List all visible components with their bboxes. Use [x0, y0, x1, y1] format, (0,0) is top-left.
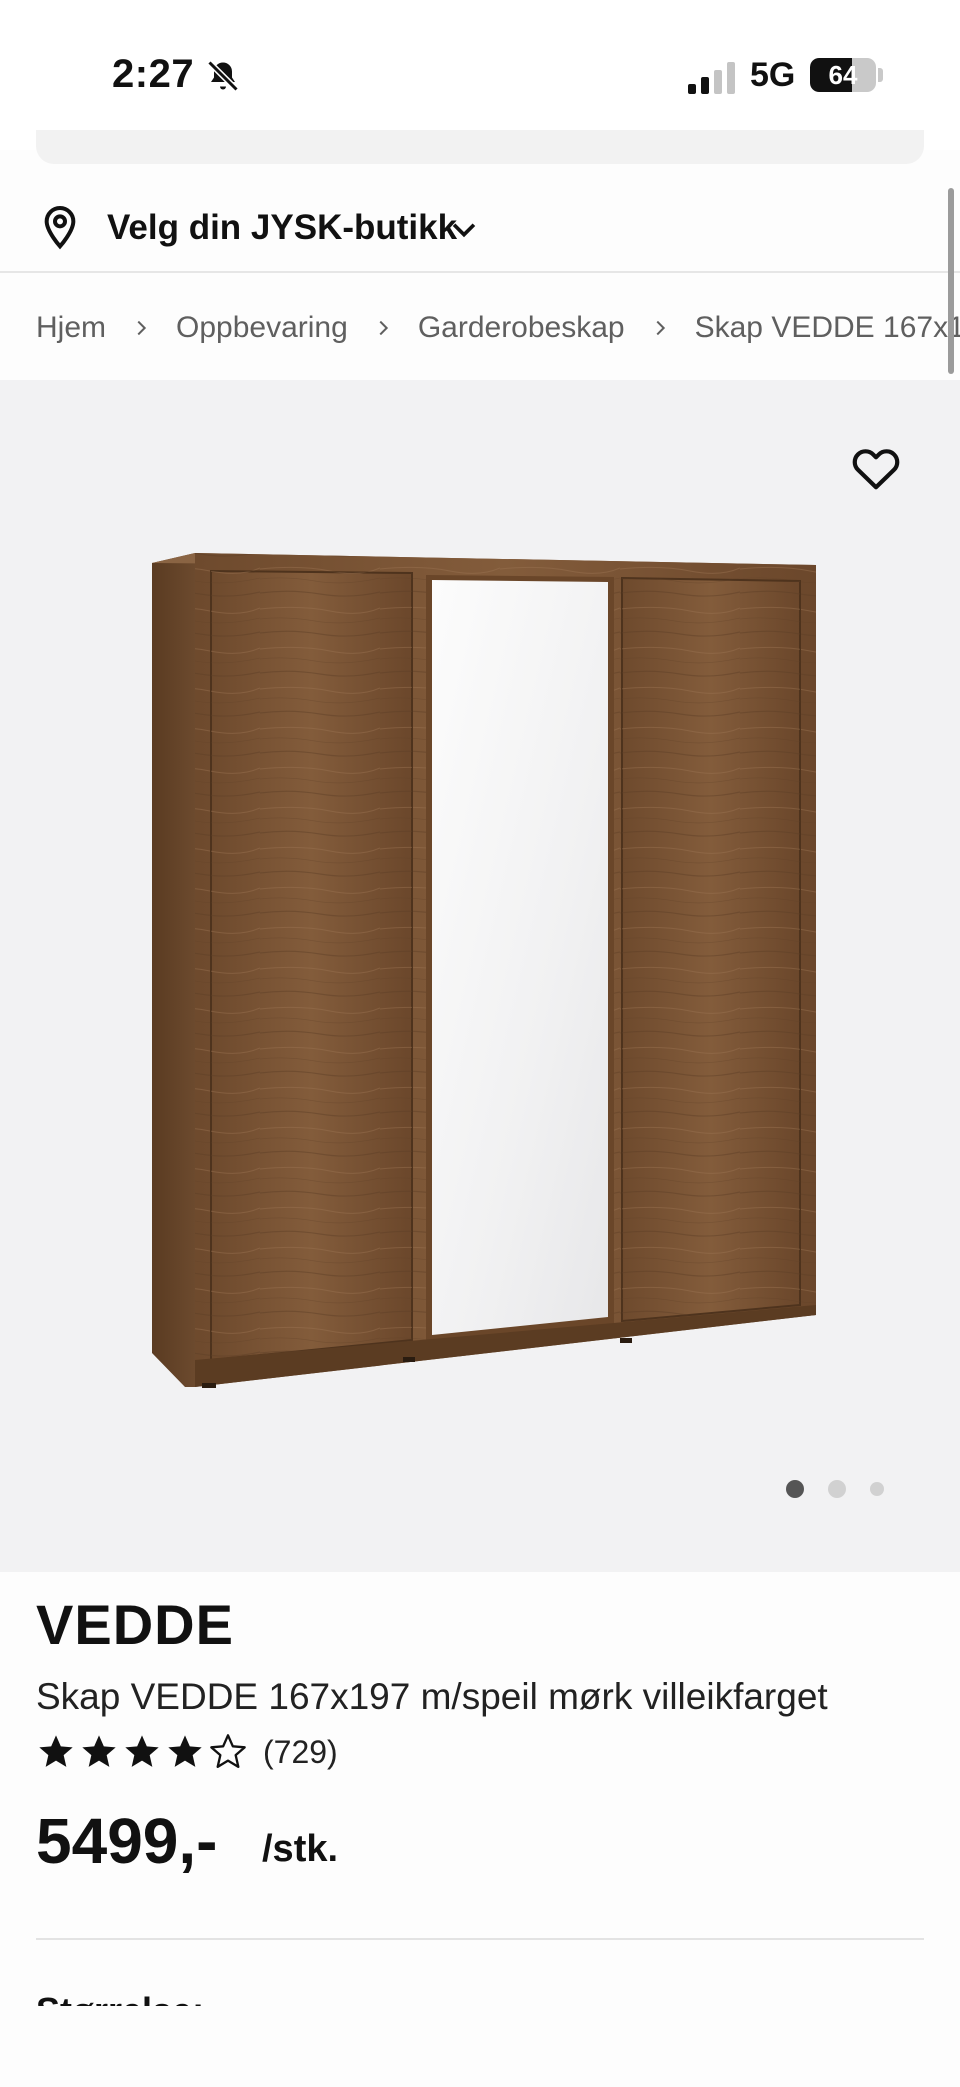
- chevron-right-icon: [656, 320, 665, 336]
- chevron-right-icon: [137, 320, 147, 336]
- divider: [0, 271, 960, 273]
- network-type: 5G: [750, 56, 796, 94]
- heart-outline-icon[interactable]: [850, 446, 902, 492]
- chevron-down-icon: [452, 223, 476, 238]
- product-price: 5499,-: [36, 1805, 218, 1877]
- product-rating[interactable]: (729): [36, 1732, 338, 1772]
- price-unit: /stk.: [262, 1828, 339, 1870]
- breadcrumb-item-home[interactable]: Hjem: [36, 311, 106, 345]
- product-brand: VEDDE: [36, 1593, 234, 1656]
- breadcrumb-item-current: Skap VEDDE 167x197: [694, 311, 960, 344]
- rating-stars: [36, 1732, 251, 1772]
- status-time: 2:27: [112, 52, 195, 96]
- star-filled-icon: [168, 1735, 202, 1767]
- divider: [36, 1938, 924, 1940]
- location-pin-icon: [44, 205, 76, 250]
- bell-slash-icon: [207, 60, 239, 92]
- gallery-dot-2[interactable]: [828, 1480, 846, 1498]
- breadcrumb-item-wardrobes[interactable]: Garderobeskap: [418, 311, 625, 345]
- cellular-signal-icon: [688, 62, 735, 94]
- search-bar[interactable]: [36, 130, 924, 164]
- store-selector-label: Velg din JYSK-butikk: [107, 208, 458, 247]
- product-name: Skap VEDDE 167x197 m/speil mørk villeikf…: [36, 1676, 828, 1717]
- status-bar: 2:27 5G 64: [0, 0, 960, 150]
- store-selector[interactable]: Velg din JYSK-butikk: [0, 190, 960, 272]
- size-section-label: Størrelse:: [36, 1992, 204, 2006]
- battery-tip: [878, 68, 883, 82]
- battery-icon: 64: [810, 58, 876, 92]
- star-filled-icon: [125, 1735, 159, 1767]
- gallery-pagination: [786, 1480, 908, 1498]
- chevron-right-icon: [379, 320, 388, 336]
- star-filled-icon: [39, 1735, 73, 1767]
- gallery-dot-1[interactable]: [786, 1480, 804, 1498]
- product-image-wardrobe: [152, 553, 816, 1388]
- scrollbar[interactable]: [948, 188, 954, 374]
- star-outline-icon: [210, 1734, 246, 1768]
- review-count[interactable]: (729): [263, 1734, 338, 1771]
- battery-level: 64: [828, 60, 858, 90]
- star-filled-icon: [82, 1735, 116, 1767]
- gallery-dot-3[interactable]: [870, 1482, 884, 1496]
- breadcrumb: Hjem Oppbevaring Garderobeskap Skap VEDD…: [36, 305, 960, 351]
- breadcrumb-item-storage[interactable]: Oppbevaring: [176, 311, 348, 345]
- product-image-gallery[interactable]: [0, 380, 960, 1572]
